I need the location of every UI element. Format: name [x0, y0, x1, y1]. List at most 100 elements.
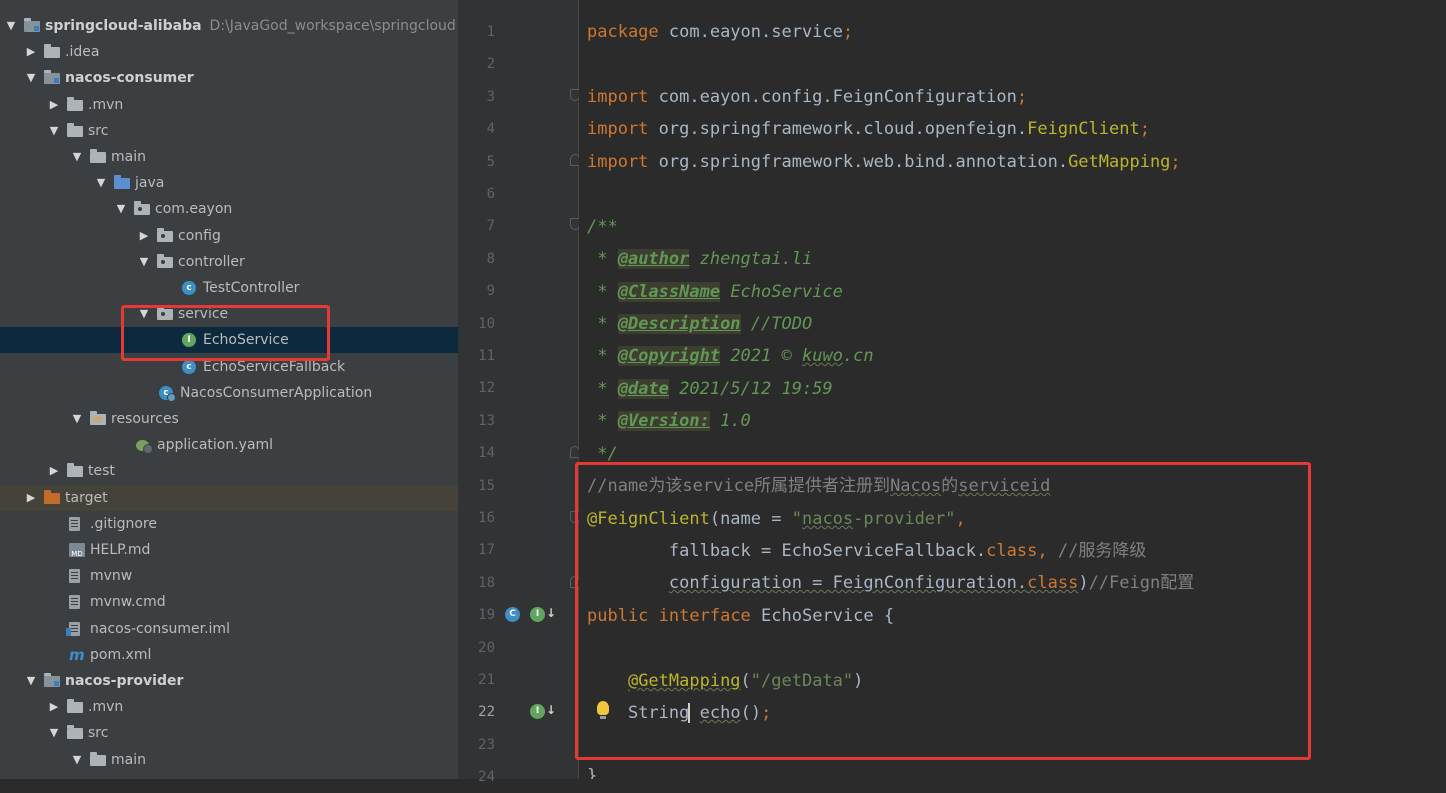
tree-item-text: mvnw.cmd: [90, 594, 166, 611]
text-file-icon: [69, 569, 80, 584]
tree-item[interactable]: ▼ java: [0, 170, 458, 196]
folder-icon: [44, 44, 60, 59]
panel-divider[interactable]: [458, 0, 467, 779]
collapse-arrow-icon[interactable]: ▼: [137, 249, 151, 275]
line-number: 18: [478, 574, 495, 591]
tree-item[interactable]: ▶ target: [0, 484, 458, 511]
tree-item[interactable]: application.yaml: [0, 432, 458, 458]
tree-item[interactable]: c TestController: [0, 275, 458, 301]
tree-item-text: NacosConsumerApplication: [180, 384, 373, 401]
package-icon: [134, 201, 150, 216]
implemented-marker-icon[interactable]: I: [530, 607, 545, 622]
tree-item-label: application.yaml: [157, 432, 273, 458]
tree-item[interactable]: ▼ nacos-provider: [0, 668, 458, 694]
tree-item[interactable]: c NacosConsumerApplication: [0, 380, 458, 406]
tree-item-text: .gitignore: [90, 515, 157, 532]
tree-item-text: src: [88, 122, 109, 139]
tree-item[interactable]: ▼ resources: [0, 406, 458, 432]
text-file-icon: [69, 516, 80, 531]
expand-arrow-icon[interactable]: ▶: [24, 485, 38, 511]
tree-item[interactable]: m pom.xml: [0, 642, 458, 668]
expand-arrow-icon[interactable]: ▶: [47, 694, 61, 720]
tree-item-label: .idea: [65, 39, 99, 65]
project-panel: ▼ springcloud-alibaba D:\JavaGod_workspace…: [0, 0, 458, 779]
tree-item[interactable]: ▼ src: [0, 118, 458, 144]
source-folder-icon: [114, 175, 130, 190]
tree-item-label: main: [111, 747, 146, 773]
tree-item-text: src: [88, 725, 109, 742]
spring-app-icon: c: [159, 385, 176, 402]
line-number: 12: [478, 380, 495, 397]
expand-arrow-icon[interactable]: ▶: [24, 39, 38, 65]
collapse-arrow-icon[interactable]: ▼: [47, 720, 61, 746]
tree-item-text: target: [65, 489, 108, 506]
tree-item-label: controller: [178, 249, 245, 275]
resources-folder-icon: [90, 411, 106, 425]
tree-item-label: mvnw.cmd: [90, 589, 166, 615]
line-number: 14: [478, 445, 495, 462]
tree-item[interactable]: ▼ src: [0, 720, 458, 746]
tree-item[interactable]: mvnw.cmd: [0, 589, 458, 615]
line-number: 21: [478, 672, 495, 688]
collapse-arrow-icon[interactable]: ▼: [70, 406, 84, 432]
doc-comment-line: * @ClassName EchoService: [587, 282, 843, 302]
expand-arrow-icon[interactable]: ▶: [137, 223, 151, 249]
tree-item-label: pom.xml: [90, 642, 151, 668]
collapse-arrow-icon[interactable]: ▼: [24, 668, 38, 694]
tree-item-text: HELP.md: [90, 542, 151, 558]
tree-item[interactable]: ▶ .idea: [0, 39, 458, 65]
tree-item-label: resources: [111, 406, 179, 432]
tree-item[interactable]: ▼ main: [0, 747, 458, 773]
line-number: 6: [486, 186, 495, 202]
tree-item[interactable]: ▼ main: [0, 144, 458, 170]
tree-item[interactable]: MD HELP.md: [0, 537, 458, 563]
class-icon: c: [182, 281, 196, 295]
implementation-arrow-icon[interactable]: ↓: [546, 703, 556, 717]
implemented-marker-icon[interactable]: I: [530, 704, 545, 719]
line-number: 7: [486, 218, 495, 235]
tree-item[interactable]: ▼ com.eayon: [0, 196, 458, 222]
tree-item[interactable]: mvnw: [0, 563, 458, 589]
tree-item-label: .mvn: [88, 694, 123, 720]
collapse-arrow-icon[interactable]: ▼: [94, 170, 108, 196]
module-path: D:\JavaGod_workspace\springcloud: [209, 18, 456, 34]
package-icon: [157, 227, 173, 242]
folder-icon: [67, 699, 83, 714]
collapse-arrow-icon[interactable]: ▼: [114, 196, 128, 222]
line-number: 15: [478, 477, 495, 494]
tree-item[interactable]: ▶ test: [0, 458, 458, 484]
line-number: 24: [478, 769, 495, 786]
implementation-arrow-icon[interactable]: ↓: [546, 606, 556, 620]
tree-item-text: .mvn: [88, 699, 124, 716]
tree-item[interactable]: ▶ config: [0, 223, 458, 249]
tree-item[interactable]: nacos-consumer.iml: [0, 616, 458, 642]
folder-icon: [67, 463, 83, 478]
tree-item-label: nacos-provider: [65, 668, 183, 694]
spring-bean-icon[interactable]: C: [505, 607, 520, 622]
doc-comment-line: * @Description //TODO: [587, 314, 813, 334]
tree-item[interactable]: .gitignore: [0, 511, 458, 537]
collapse-arrow-icon[interactable]: ▼: [24, 65, 38, 91]
collapse-arrow-icon[interactable]: ▼: [70, 144, 84, 170]
project-tab-stub[interactable]: [8, 0, 128, 12]
collapse-arrow-icon[interactable]: ▼: [4, 13, 18, 39]
collapse-arrow-icon[interactable]: ▼: [47, 118, 61, 144]
tree-item[interactable]: ▼ springcloud-alibaba D:\JavaGod_workspace…: [0, 13, 458, 39]
code-line: package com.eayon.service;: [587, 22, 854, 42]
collapse-arrow-icon[interactable]: ▼: [70, 747, 84, 773]
tree-item-text: config: [178, 227, 221, 244]
tree-item[interactable]: ▶ .mvn: [0, 694, 458, 720]
doc-comment-line: * @author zhengtai.li: [587, 249, 813, 269]
yaml-icon: [136, 440, 153, 455]
tree-item[interactable]: ▼ controller: [0, 249, 458, 275]
line-number: 3: [486, 88, 495, 105]
tree-item[interactable]: ▶ .mvn: [0, 92, 458, 118]
tree-item-text: java: [135, 175, 165, 192]
tree-item-text: controller: [178, 253, 245, 270]
expand-arrow-icon[interactable]: ▶: [47, 458, 61, 484]
line-number: 16: [478, 510, 495, 526]
expand-arrow-icon[interactable]: ▶: [47, 92, 61, 118]
tree-item[interactable]: ▼ nacos-consumer: [0, 65, 458, 91]
line-number: 8: [486, 250, 495, 267]
module-folder-icon: [24, 18, 40, 32]
